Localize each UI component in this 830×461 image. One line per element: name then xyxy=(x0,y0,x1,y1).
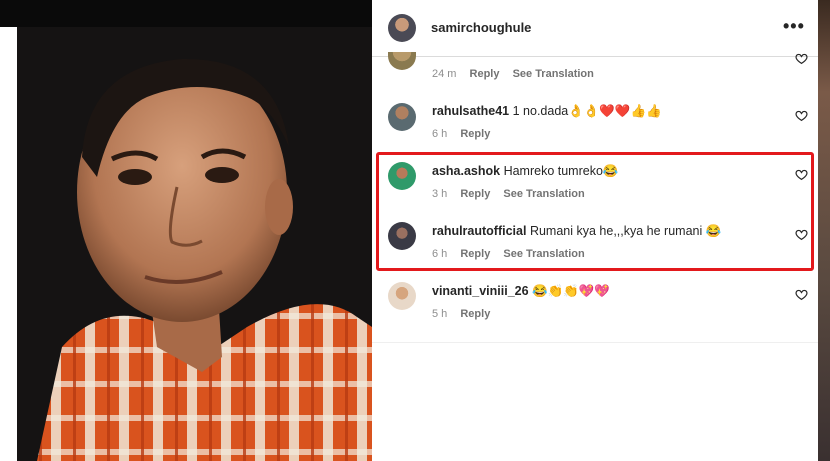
commenter-username[interactable]: rahulsathe41 xyxy=(432,104,509,118)
post-photo xyxy=(17,27,372,461)
reply-button[interactable]: Reply xyxy=(470,68,500,80)
reply-button[interactable]: Reply xyxy=(460,128,490,140)
comments-bottom-divider xyxy=(372,342,818,343)
comment-meta: 24 m Reply See Translation xyxy=(432,68,604,80)
comment-meta: 5 h Reply xyxy=(432,308,500,320)
more-horizontal-icon[interactable]: ••• xyxy=(783,16,805,37)
backdrop-top xyxy=(0,0,372,27)
commenter-avatar[interactable] xyxy=(388,103,416,131)
comment-text: 😂👏👏💖💖 xyxy=(532,284,610,298)
comment-text: 1 no.dada👌👌❤️❤️👍👍 xyxy=(512,104,662,118)
comment-time: 5 h xyxy=(432,308,448,320)
see-translation-button[interactable]: See Translation xyxy=(513,68,594,80)
comment-meta: 6 h Reply xyxy=(432,128,500,140)
backdrop-right xyxy=(818,0,830,461)
heart-outline-icon[interactable] xyxy=(795,52,808,65)
comment-time: 6 h xyxy=(432,128,448,140)
comment-time: 24 m xyxy=(432,68,457,80)
comment-line: vinanti_viniii_26 😂👏👏💖💖 xyxy=(432,284,610,299)
backdrop-left xyxy=(0,27,17,461)
post-header: samirchoughule ••• xyxy=(372,0,818,57)
author-username[interactable]: samirchoughule xyxy=(431,20,531,35)
partial-comment-avatar[interactable] xyxy=(388,52,416,70)
highlight-box xyxy=(376,152,814,271)
author-avatar[interactable] xyxy=(388,14,416,42)
post-photo-illustration xyxy=(17,27,372,461)
reply-button[interactable]: Reply xyxy=(460,308,490,320)
comment-line: rahulsathe41 1 no.dada👌👌❤️❤️👍👍 xyxy=(432,104,662,119)
commenter-username[interactable]: vinanti_viniii_26 xyxy=(432,284,529,298)
heart-outline-icon[interactable] xyxy=(795,288,808,301)
heart-outline-icon[interactable] xyxy=(795,109,808,122)
commenter-avatar[interactable] xyxy=(388,282,416,310)
